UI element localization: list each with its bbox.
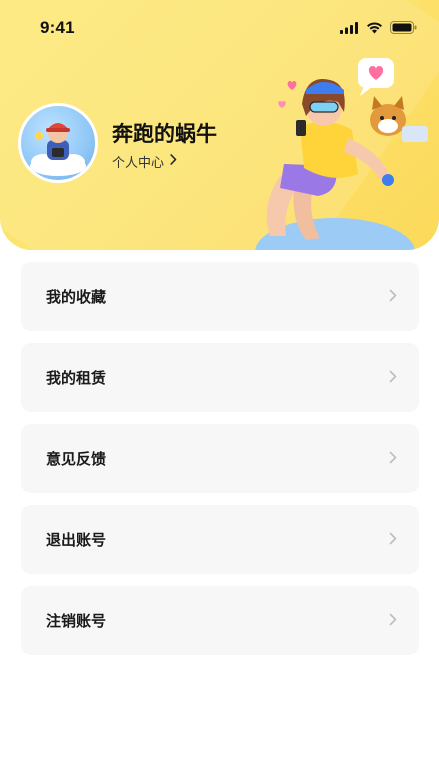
chevron-right-icon <box>389 530 397 549</box>
chevron-right-icon <box>389 368 397 387</box>
battery-icon <box>390 19 417 38</box>
username: 奔跑的蜗牛 <box>112 122 217 146</box>
menu-item-logout[interactable]: 退出账号 <box>21 505 419 574</box>
personal-center-label: 个人中心 <box>112 156 165 171</box>
avatar[interactable] <box>18 103 98 183</box>
menu-item-label: 我的收藏 <box>46 288 107 306</box>
status-icons <box>340 19 417 38</box>
status-bar: 9:41 <box>0 0 439 56</box>
status-time: 9:41 <box>40 18 75 37</box>
header-illustration <box>240 56 439 250</box>
chevron-right-icon <box>170 154 177 169</box>
wifi-icon <box>366 19 383 38</box>
menu-list: 我的收藏 我的租赁 意见反馈 退出账号 注销账号 <box>21 262 419 667</box>
menu-item-rentals[interactable]: 我的租赁 <box>21 343 419 412</box>
menu-item-label: 我的租赁 <box>46 369 107 387</box>
menu-item-label: 退出账号 <box>46 531 107 549</box>
menu-item-delete-account[interactable]: 注销账号 <box>21 586 419 655</box>
profile-header: 9:41 奔跑的蜗牛 个人中心 <box>0 0 439 250</box>
signal-icon <box>340 19 359 38</box>
menu-item-feedback[interactable]: 意见反馈 <box>21 424 419 493</box>
chevron-right-icon <box>389 611 397 630</box>
chevron-right-icon <box>389 449 397 468</box>
menu-item-label: 注销账号 <box>46 612 107 630</box>
chevron-right-icon <box>389 287 397 306</box>
personal-center-link[interactable]: 个人中心 <box>112 152 177 171</box>
menu-item-label: 意见反馈 <box>46 450 107 468</box>
menu-item-favorites[interactable]: 我的收藏 <box>21 262 419 331</box>
